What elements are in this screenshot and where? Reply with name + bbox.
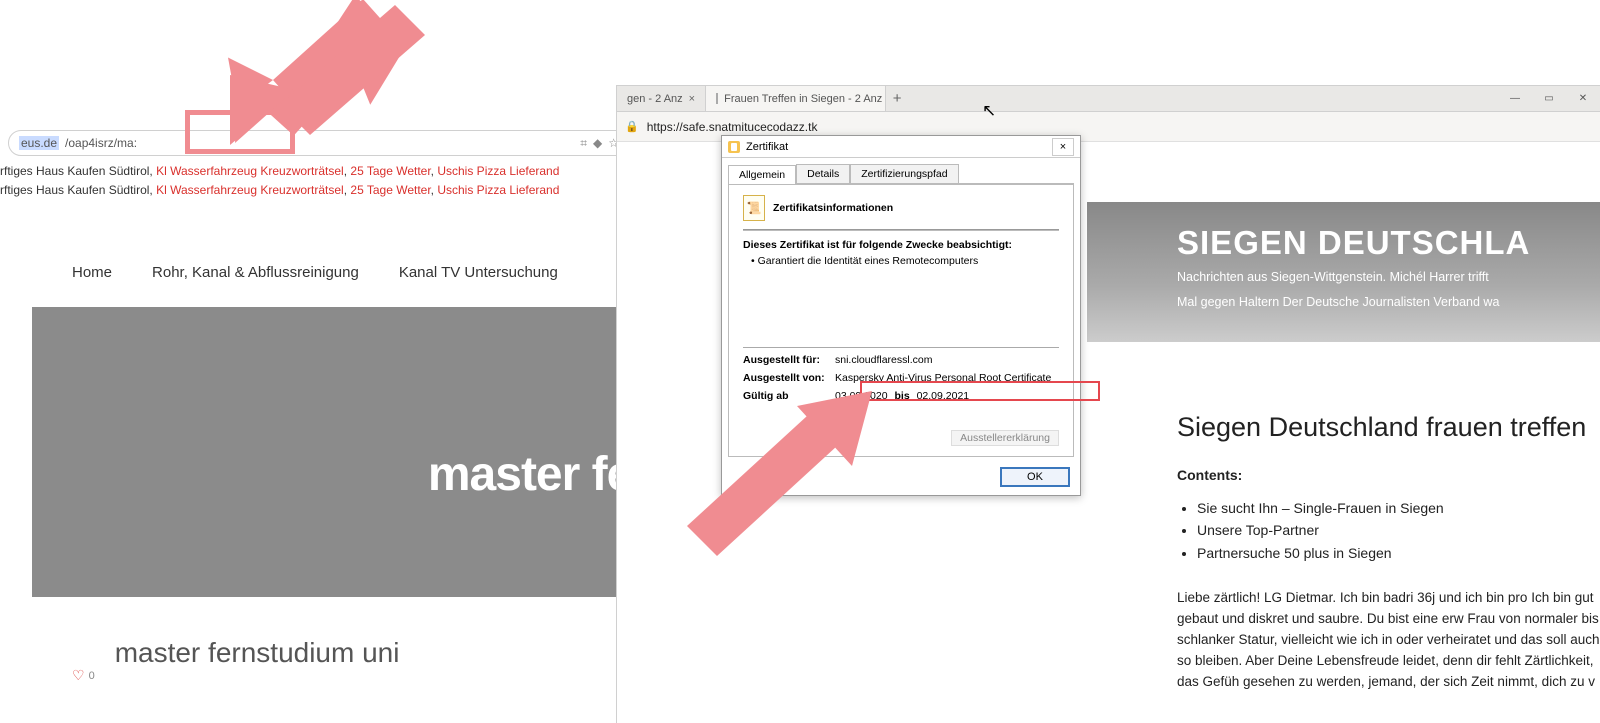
article: Siegen Deutschland frauen treffen Conten… xyxy=(1177,412,1600,693)
cert-titlebar: Zertifikat × xyxy=(722,136,1080,158)
tab-strip: gen - 2 Anz × Frauen Treffen in Siegen -… xyxy=(617,86,1600,112)
left-screenshot: eus.de /oap4isrz/ma: ⌗ ◆ ☆ rftiges Haus … xyxy=(0,0,630,723)
link-a1-2[interactable]: Kl Wasserfahrzeug Kreuzworträtsel xyxy=(156,183,344,197)
cert-issued-for: Ausgestellt für: sni.cloudflaressl.com xyxy=(743,354,1059,366)
window-buttons: — ▭ ✕ xyxy=(1498,86,1600,111)
post-title[interactable]: master fernstudium uni xyxy=(115,637,400,669)
cert-tab-general[interactable]: Allgemein xyxy=(728,165,796,184)
right-browser-window: gen - 2 Anz × Frauen Treffen in Siegen -… xyxy=(616,85,1600,723)
certificate-icon: 📜 xyxy=(743,195,765,221)
cert-tab-path[interactable]: Zertifizierungspfad xyxy=(850,164,958,183)
issued-for-highlight-box xyxy=(860,381,1100,401)
page-icon xyxy=(716,93,718,104)
link-prefix: rftiges Haus Kaufen Südtirol xyxy=(0,164,149,178)
article-heading: Siegen Deutschland frauen treffen xyxy=(1177,412,1600,443)
contents-label: Contents: xyxy=(1177,467,1600,483)
url-path: /oap4isrz/ma: xyxy=(65,136,137,150)
cert-issued-by-label: Ausgestellt von: xyxy=(743,372,835,384)
link-a3[interactable]: Uschis Pizza Lieferand xyxy=(437,164,559,178)
likes[interactable]: ♡ 0 xyxy=(72,667,95,684)
banner-sub2: Mal gegen Haltern Der Deutsche Journalis… xyxy=(1177,293,1600,312)
banner-sub1: Nachrichten aus Siegen-Wittgenstein. Mic… xyxy=(1177,268,1600,287)
address-url: https://safe.snatmitucecodazz.tk xyxy=(647,120,818,134)
link-a1[interactable]: Kl Wasserfahrzeug Kreuzworträtsel xyxy=(156,164,344,178)
link-prefix-2: rftiges Haus Kaufen Südtirol xyxy=(0,183,149,197)
likes-count: 0 xyxy=(89,670,95,682)
nav-item-3[interactable]: Kanal TV Untersuchung xyxy=(399,264,558,281)
new-tab-button[interactable]: + xyxy=(886,86,908,111)
tab-2[interactable]: Frauen Treffen in Siegen - 2 Anz × xyxy=(706,86,886,111)
cert-tabs: Allgemein Details Zertifizierungspfad xyxy=(728,164,1074,184)
annotation-arrow-1b xyxy=(235,0,435,155)
nav-item-2[interactable]: Rohr, Kanal & Abflussreinigung xyxy=(152,264,359,281)
page-banner: SIEGEN DEUTSCHLA Nachrichten aus Siegen-… xyxy=(1087,202,1600,342)
tab-1-close-icon[interactable]: × xyxy=(689,93,695,105)
nav-home[interactable]: Home xyxy=(72,264,112,281)
cert-issued-for-value: sni.cloudflaressl.com xyxy=(835,354,1059,366)
mouse-cursor-icon: ↖ xyxy=(982,101,996,121)
heart-icon: ♡ xyxy=(72,667,85,684)
link-a2-2[interactable]: 25 Tage Wetter xyxy=(350,183,430,197)
cert-tab-details[interactable]: Details xyxy=(796,164,850,183)
tab-1-label: gen - 2 Anz xyxy=(627,93,683,105)
tab-1[interactable]: gen - 2 Anz × xyxy=(617,86,706,111)
issuer-statement-button[interactable]: Ausstellererklärung xyxy=(951,430,1059,446)
cert-issued-for-label: Ausgestellt für: xyxy=(743,354,835,366)
cert-ok-button[interactable]: OK xyxy=(1000,467,1070,487)
annotation-arrow-2 xyxy=(677,386,877,546)
cert-purpose-bullet: • Garantiert die Identität eines Remotec… xyxy=(751,255,1059,267)
site-icon[interactable]: ◆ xyxy=(593,136,602,150)
maximize-button[interactable]: ▭ xyxy=(1532,86,1566,111)
cert-info-label: Zertifikatsinformationen xyxy=(773,202,893,214)
cert-title-text: Zertifikat xyxy=(746,141,1052,153)
contents-item-2[interactable]: Unsere Top-Partner xyxy=(1197,519,1600,541)
article-body: Liebe zärtlich! LG Dietmar. Ich bin badr… xyxy=(1177,588,1600,693)
cert-purpose-label: Dieses Zertifikat ist für folgende Zweck… xyxy=(743,239,1059,251)
post-row: ♡ 0 master fernstudium uni xyxy=(32,597,630,694)
contents-item-3[interactable]: Partnersuche 50 plus in Siegen xyxy=(1197,542,1600,564)
contents-list: Sie sucht Ihn – Single-Frauen in Siegen … xyxy=(1197,497,1600,564)
cert-close-button[interactable]: × xyxy=(1052,138,1074,156)
cert-app-icon xyxy=(728,141,740,153)
lock-icon[interactable]: 🔒 xyxy=(625,120,639,133)
qr-icon[interactable]: ⌗ xyxy=(580,136,587,151)
close-window-button[interactable]: ✕ xyxy=(1566,86,1600,111)
hero-image: master fer xyxy=(32,307,630,597)
site-nav: Home Rohr, Kanal & Abflussreinigung Kana… xyxy=(32,228,630,307)
site-card: Home Rohr, Kanal & Abflussreinigung Kana… xyxy=(32,228,630,694)
tab-2-label: Frauen Treffen in Siegen - 2 Anz xyxy=(724,93,882,105)
url-domain: eus.de xyxy=(19,136,59,150)
link-a2[interactable]: 25 Tage Wetter xyxy=(350,164,430,178)
link-line-1: rftiges Haus Kaufen Südtirol, Kl Wasserf… xyxy=(0,164,559,178)
contents-item-1[interactable]: Sie sucht Ihn – Single-Frauen in Siegen xyxy=(1197,497,1600,519)
link-a3-2[interactable]: Uschis Pizza Lieferand xyxy=(437,183,559,197)
hero-text: master fer xyxy=(428,447,630,502)
minimize-button[interactable]: — xyxy=(1498,86,1532,111)
banner-title: SIEGEN DEUTSCHLA xyxy=(1177,224,1600,262)
link-line-2: rftiges Haus Kaufen Südtirol, Kl Wasserf… xyxy=(0,183,559,197)
